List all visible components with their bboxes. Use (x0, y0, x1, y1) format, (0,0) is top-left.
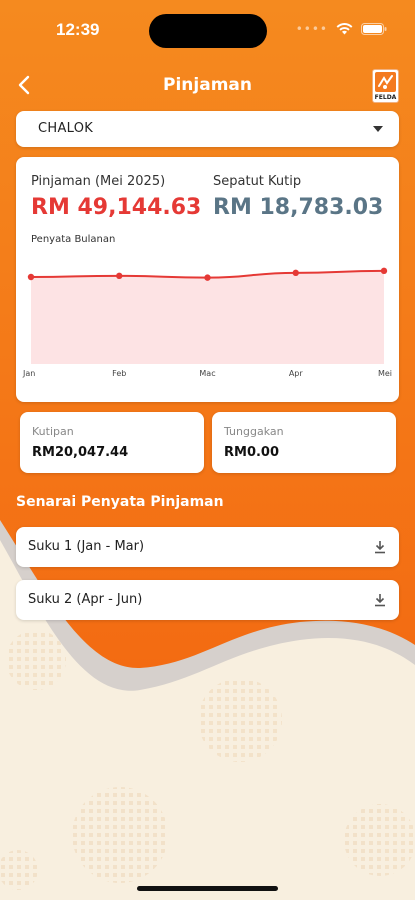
collected-card: Kutipan RM20,047.44 (20, 412, 204, 473)
download-icon[interactable] (373, 592, 387, 608)
loan-value: RM 49,144.63 (31, 195, 202, 220)
caret-down-icon (373, 126, 383, 132)
signal-icon: •••• (295, 22, 328, 36)
dropdown-selected-value: CHALOK (38, 121, 94, 136)
chart-point-apr (292, 269, 299, 277)
chart-x-tick-label: Feb (112, 369, 126, 378)
download-icon[interactable] (373, 539, 387, 555)
chart-x-tick-label: Apr (289, 369, 304, 378)
felda-logo-mark (375, 72, 396, 92)
arrears-card: Tunggakan RM0.00 (212, 412, 396, 473)
location-dropdown[interactable]: CHALOK (16, 111, 399, 147)
chart-point-feb (116, 272, 123, 280)
logo-text: FELDA (374, 94, 397, 101)
home-indicator (137, 886, 278, 891)
page-title: Pinjaman (163, 75, 252, 95)
chart-x-tick-label: Jan (22, 369, 35, 378)
navigation-bar: Pinjaman FELDA (0, 66, 415, 106)
statements-section-title: Senarai Penyata Pinjaman (16, 494, 224, 510)
battery-icon (361, 23, 387, 35)
chart-point-mei (380, 267, 388, 275)
dynamic-island (149, 14, 267, 48)
collected-label: Kutipan (32, 425, 74, 438)
loan-label: Pinjaman (Mei 2025) (31, 174, 166, 189)
status-bar: 12:39 •••• (0, 0, 415, 62)
status-time: 12:39 (56, 20, 100, 39)
arrears-value: RM0.00 (224, 445, 280, 460)
chart-point-mac (204, 274, 211, 281)
chart-area-fill (31, 270, 384, 364)
chart-x-tick-label: Mac (199, 369, 215, 378)
loan-summary-card: Pinjaman (Mei 2025) RM 49,144.63 Sepatut… (16, 157, 399, 402)
chart-title: Penyata Bulanan (31, 234, 116, 245)
statement-item-q2[interactable]: Suku 2 (Apr - Jun) (16, 580, 399, 620)
chart-point-jan (27, 273, 35, 281)
monthly-statement-chart: Jan Feb Mac Apr Mei (22, 267, 392, 378)
chart-x-tick-label: Mei (378, 369, 392, 378)
status-icons: •••• (296, 22, 387, 36)
statement-item-q1[interactable]: Suku 1 (Jan - Mar) (16, 527, 399, 567)
arrears-label: Tunggakan (224, 425, 284, 438)
felda-logo: FELDA (372, 69, 399, 103)
wifi-icon (336, 23, 353, 35)
target-value: RM 18,783.03 (213, 195, 384, 220)
collected-value: RM20,047.44 (32, 445, 129, 460)
statement-item-label: Suku 1 (Jan - Mar) (28, 539, 145, 554)
target-label: Sepatut Kutip (213, 174, 302, 189)
statement-item-label: Suku 2 (Apr - Jun) (28, 592, 143, 607)
